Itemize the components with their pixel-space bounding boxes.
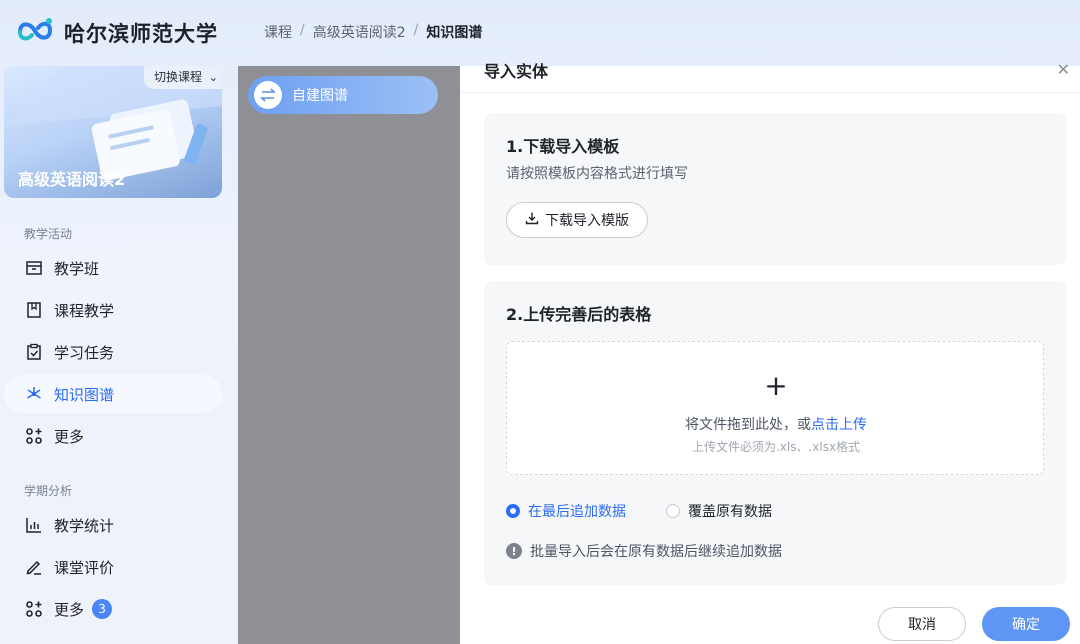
file-drop-zone[interactable]: + 将文件拖到此处，或点击上传 上传文件必须为.xls、.xlsx格式: [506, 341, 1044, 475]
sidebar-item-label: 课堂评价: [54, 558, 115, 577]
drop-instruction: 将文件拖到此处，或点击上传: [507, 414, 1045, 434]
self-built-graph-tab[interactable]: 自建图谱: [248, 76, 438, 114]
download-icon: [525, 211, 539, 229]
import-entity-modal: 导入实体 ✕ 1.下载导入模板 请按照模板内容格式进行填写 下载导入模版 2.上…: [460, 60, 1080, 644]
sidebar-item-teaching-stats[interactable]: 教学统计: [4, 506, 222, 544]
close-icon[interactable]: ✕: [1057, 60, 1070, 79]
graph-icon: [24, 384, 44, 404]
append-data-label: 在最后追加数据: [528, 504, 626, 520]
download-template-panel: 1.下载导入模板 请按照模板内容格式进行填写 下载导入模版: [484, 113, 1066, 265]
switch-course-label: 切换课程: [153, 70, 202, 84]
sidebar-item-class[interactable]: 教学班: [4, 249, 222, 287]
count-badge: 3: [92, 599, 113, 619]
import-note-text: 批量导入后会在原有数据后继续追加数据: [530, 544, 782, 560]
info-icon: !: [506, 543, 522, 559]
breadcrumb-separator: /: [300, 22, 305, 38]
sidebar-item-label: 更多: [54, 427, 85, 446]
sidebar-item-label: 教学班: [54, 259, 100, 278]
grid-icon: [24, 426, 44, 446]
step1-title: 1.下载导入模板: [506, 137, 620, 156]
step2-title: 2.上传完善后的表格: [506, 305, 652, 324]
sidebar-item-knowledge-graph[interactable]: 知识图谱: [4, 375, 222, 413]
import-note: ! 批量导入后会在原有数据后继续追加数据: [506, 541, 782, 561]
course-card: 切换课程 ⌄ 高级英语阅读2: [4, 66, 222, 198]
school-logo-icon[interactable]: [16, 16, 54, 46]
sidebar-item-label: 学习任务: [54, 343, 115, 362]
append-data-radio[interactable]: 在最后追加数据: [506, 501, 626, 521]
breadcrumb-current: 知识图谱: [426, 25, 483, 41]
overwrite-data-label: 覆盖原有数据: [688, 504, 772, 520]
task-icon: [24, 342, 44, 362]
breadcrumb: 课程 / 高级英语阅读2 / 知识图谱: [264, 22, 482, 42]
swap-icon: [254, 81, 282, 109]
switch-course-button[interactable]: 切换课程 ⌄: [143, 66, 222, 89]
pen-icon: [24, 557, 44, 577]
sidebar-item-course-teaching[interactable]: 课程教学: [4, 291, 222, 329]
sidebar-item-label: 更多: [54, 600, 85, 619]
click-upload-link[interactable]: 点击上传: [811, 417, 867, 433]
sidebar-item-label: 教学统计: [54, 516, 115, 535]
step1-hint: 请按照模板内容格式进行填写: [506, 166, 688, 182]
download-template-button[interactable]: 下载导入模版: [506, 202, 648, 238]
top-header: 哈尔滨师范大学 课程 / 高级英语阅读2 / 知识图谱: [0, 0, 1080, 64]
radio-unselected-icon: [666, 504, 680, 518]
radio-selected-icon: [506, 504, 520, 518]
sidebar-item-label: 知识图谱: [54, 385, 115, 404]
drop-text: 将文件拖到此处，或: [685, 417, 811, 433]
plus-icon: +: [764, 369, 788, 402]
file-format-hint: 上传文件必须为.xls、.xlsx格式: [691, 440, 861, 454]
modal-backdrop[interactable]: [238, 66, 460, 644]
grid-icon: [24, 599, 44, 619]
class-icon: [24, 258, 44, 278]
upload-panel: 2.上传完善后的表格 + 将文件拖到此处，或点击上传 上传文件必须为.xls、.…: [484, 281, 1066, 585]
sidebar-item-more[interactable]: 更多: [4, 417, 222, 455]
section-teaching-activities: 教学活动: [24, 227, 73, 241]
section-semester-analysis: 学期分析: [24, 484, 73, 498]
sidebar-item-class-evaluation[interactable]: 课堂评价: [4, 548, 222, 586]
cancel-button[interactable]: 取消: [878, 607, 966, 641]
breadcrumb-separator: /: [413, 22, 419, 38]
divider: [460, 92, 1080, 93]
breadcrumb-course[interactable]: 课程: [264, 22, 292, 42]
modal-title: 导入实体: [484, 62, 549, 81]
overwrite-data-radio[interactable]: 覆盖原有数据: [666, 501, 772, 521]
download-template-label: 下载导入模版: [545, 213, 629, 229]
graph-tab-label: 自建图谱: [292, 88, 348, 104]
sidebar-item-more-analysis[interactable]: 更多 3: [4, 590, 222, 628]
book-icon: [24, 300, 44, 320]
school-name: 哈尔滨师范大学: [64, 22, 218, 46]
course-name: 高级英语阅读2: [18, 170, 126, 189]
confirm-button[interactable]: 确定: [982, 607, 1070, 641]
chevron-down-icon: ⌄: [208, 71, 218, 84]
sidebar-item-learning-tasks[interactable]: 学习任务: [4, 333, 222, 371]
breadcrumb-course-name[interactable]: 高级英语阅读2: [313, 22, 406, 42]
sidebar-item-label: 课程教学: [54, 301, 115, 320]
chart-icon: [24, 515, 44, 535]
